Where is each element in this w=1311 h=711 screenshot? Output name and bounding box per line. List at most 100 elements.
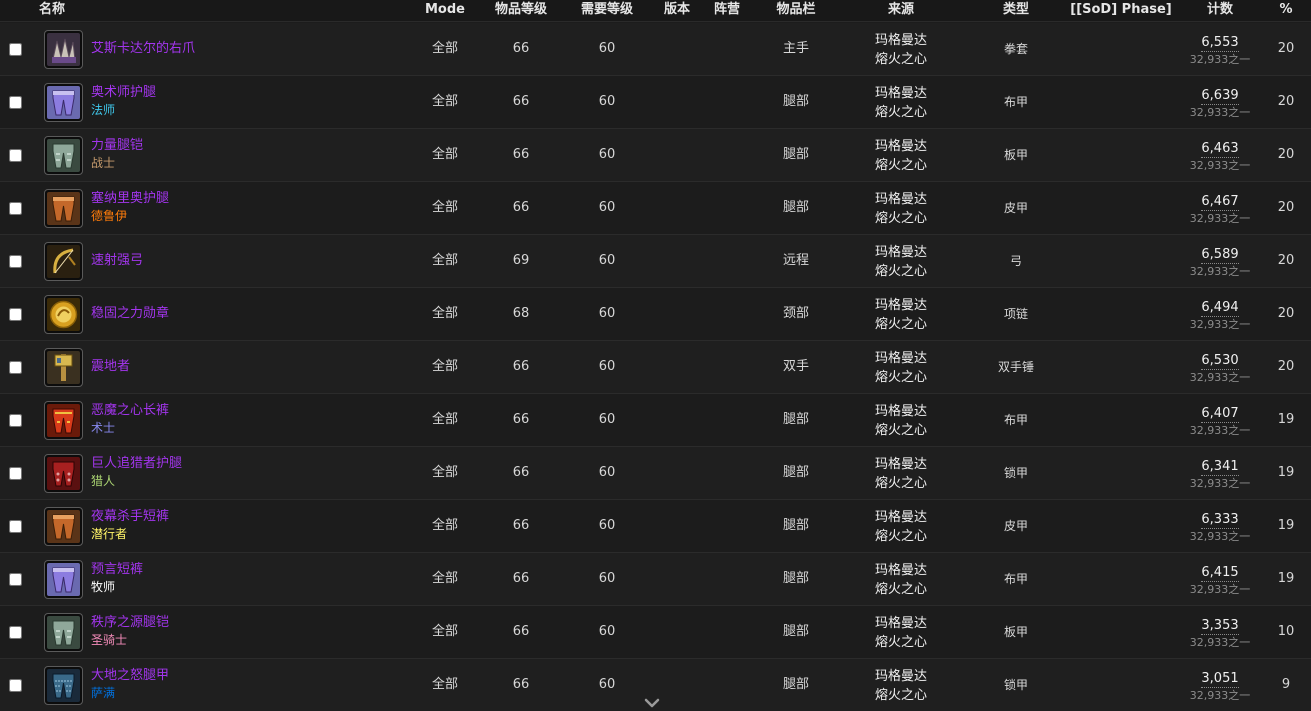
scroll-down-chevron-icon[interactable] <box>643 697 661 711</box>
source-zone-link[interactable]: 熔火之心 <box>851 421 951 440</box>
source-zone-link[interactable]: 熔火之心 <box>851 474 951 493</box>
item-icon-frame[interactable] <box>44 560 83 599</box>
table-row[interactable]: 速射强弓 全部 69 60 远程 玛格曼达 熔火之心 弓 6,589 32,93… <box>0 235 1311 288</box>
column-header-slot[interactable]: 物品栏 <box>766 1 826 21</box>
item-icon-frame[interactable] <box>44 348 83 387</box>
item-name-link[interactable]: 奥术师护腿 <box>91 84 351 102</box>
source-zone-link[interactable]: 熔火之心 <box>851 580 951 599</box>
item-name-link[interactable]: 大地之怒腿甲 <box>91 667 351 685</box>
item-icon-frame[interactable] <box>44 613 83 652</box>
item-name-link[interactable]: 艾斯卡达尔的右爪 <box>91 40 351 58</box>
item-name-link[interactable]: 塞纳里奥护腿 <box>91 190 351 208</box>
source-npc-link[interactable]: 玛格曼达 <box>851 190 951 209</box>
source-npc-link[interactable]: 玛格曼达 <box>851 31 951 50</box>
item-icon-frame[interactable] <box>44 507 83 546</box>
source-npc-link[interactable]: 玛格曼达 <box>851 402 951 421</box>
item-icon-frame[interactable] <box>44 30 83 69</box>
column-header-name[interactable]: 名称 <box>30 1 74 21</box>
item-class-link[interactable]: 德鲁伊 <box>91 208 351 225</box>
column-header-sod-phase[interactable]: [[SoD] Phase] <box>1068 1 1174 21</box>
item-icon-frame[interactable] <box>44 401 83 440</box>
column-header-req-level[interactable]: 需要等级 <box>572 1 642 21</box>
item-name-link[interactable]: 力量腿铠 <box>91 137 351 155</box>
row-select-checkbox[interactable] <box>9 573 22 586</box>
item-icon-frame[interactable] <box>44 242 83 281</box>
item-class-link[interactable]: 萨满 <box>91 685 351 702</box>
table-row[interactable]: 秩序之源腿铠 圣骑士 全部 66 60 腿部 玛格曼达 熔火之心 板甲 3,35… <box>0 606 1311 659</box>
source-npc-link[interactable]: 玛格曼达 <box>851 667 951 686</box>
table-row[interactable]: 巨人追猎者护腿 猎人 全部 66 60 腿部 玛格曼达 熔火之心 锁甲 6,34… <box>0 447 1311 500</box>
item-icon-frame[interactable] <box>44 454 83 493</box>
row-select-checkbox[interactable] <box>9 414 22 427</box>
source-zone-link[interactable]: 熔火之心 <box>851 209 951 228</box>
column-header-type[interactable]: 类型 <box>991 1 1041 21</box>
item-icon-frame[interactable] <box>44 136 83 175</box>
source-npc-link[interactable]: 玛格曼达 <box>851 508 951 527</box>
column-header-mode[interactable]: Mode <box>415 1 475 21</box>
item-class-link[interactable]: 圣骑士 <box>91 632 351 649</box>
item-name-link[interactable]: 速射强弓 <box>91 252 351 270</box>
row-select-checkbox[interactable] <box>9 467 22 480</box>
source-npc-link[interactable]: 玛格曼达 <box>851 84 951 103</box>
row-select-checkbox[interactable] <box>9 520 22 533</box>
column-header-count[interactable]: 计数 <box>1195 1 1245 21</box>
source-zone-link[interactable]: 熔火之心 <box>851 103 951 122</box>
table-row[interactable]: 奥术师护腿 法师 全部 66 60 腿部 玛格曼达 熔火之心 布甲 6,639 … <box>0 76 1311 129</box>
blue-mail-legs-icon <box>47 669 80 702</box>
item-icon-frame[interactable] <box>44 189 83 228</box>
item-class-link[interactable]: 牧师 <box>91 579 351 596</box>
table-row[interactable]: 夜幕杀手短裤 潜行者 全部 66 60 腿部 玛格曼达 熔火之心 皮甲 6,33… <box>0 500 1311 553</box>
item-class-link[interactable]: 潜行者 <box>91 526 351 543</box>
item-name-link[interactable]: 巨人追猎者护腿 <box>91 455 351 473</box>
item-class-link[interactable]: 猎人 <box>91 473 351 490</box>
row-select-checkbox[interactable] <box>9 255 22 268</box>
table-row[interactable]: 恶魔之心长裤 术士 全部 66 60 腿部 玛格曼达 熔火之心 布甲 6,407… <box>0 394 1311 447</box>
row-select-checkbox[interactable] <box>9 43 22 56</box>
item-icon-frame[interactable] <box>44 295 83 334</box>
row-select-checkbox[interactable] <box>9 308 22 321</box>
column-header-faction[interactable]: 阵营 <box>706 1 748 21</box>
column-header-source[interactable]: 来源 <box>876 1 926 21</box>
item-icon-frame[interactable] <box>44 666 83 705</box>
source-npc-link[interactable]: 玛格曼达 <box>851 455 951 474</box>
item-name-link[interactable]: 夜幕杀手短裤 <box>91 508 351 526</box>
source-zone-link[interactable]: 熔火之心 <box>851 315 951 334</box>
source-npc-link[interactable]: 玛格曼达 <box>851 349 951 368</box>
row-select-checkbox[interactable] <box>9 202 22 215</box>
item-class-link[interactable]: 术士 <box>91 420 351 437</box>
table-row[interactable]: 塞纳里奥护腿 德鲁伊 全部 66 60 腿部 玛格曼达 熔火之心 皮甲 6,46… <box>0 182 1311 235</box>
source-zone-link[interactable]: 熔火之心 <box>851 368 951 387</box>
item-name-link[interactable]: 恶魔之心长裤 <box>91 402 351 420</box>
column-header-percent[interactable]: % <box>1272 1 1300 21</box>
item-icon-frame[interactable] <box>44 83 83 122</box>
table-row[interactable]: 稳固之力勋章 全部 68 60 颈部 玛格曼达 熔火之心 项链 6,494 32… <box>0 288 1311 341</box>
row-select-checkbox[interactable] <box>9 361 22 374</box>
row-select-checkbox[interactable] <box>9 679 22 692</box>
source-npc-link[interactable]: 玛格曼达 <box>851 243 951 262</box>
item-class-link[interactable]: 法师 <box>91 102 351 119</box>
row-select-checkbox[interactable] <box>9 626 22 639</box>
source-npc-link[interactable]: 玛格曼达 <box>851 561 951 580</box>
source-npc-link[interactable]: 玛格曼达 <box>851 296 951 315</box>
row-select-checkbox[interactable] <box>9 149 22 162</box>
item-name-link[interactable]: 稳固之力勋章 <box>91 305 351 323</box>
column-header-item-level[interactable]: 物品等级 <box>486 1 556 21</box>
table-row[interactable]: 预言短裤 牧师 全部 66 60 腿部 玛格曼达 熔火之心 布甲 6,415 3… <box>0 553 1311 606</box>
source-npc-link[interactable]: 玛格曼达 <box>851 137 951 156</box>
row-select-checkbox[interactable] <box>9 96 22 109</box>
table-row[interactable]: 艾斯卡达尔的右爪 全部 66 60 主手 玛格曼达 熔火之心 拳套 6,553 … <box>0 23 1311 76</box>
table-row[interactable]: 力量腿铠 战士 全部 66 60 腿部 玛格曼达 熔火之心 板甲 6,463 3… <box>0 129 1311 182</box>
item-name-link[interactable]: 震地者 <box>91 358 351 376</box>
source-zone-link[interactable]: 熔火之心 <box>851 50 951 69</box>
source-npc-link[interactable]: 玛格曼达 <box>851 614 951 633</box>
source-zone-link[interactable]: 熔火之心 <box>851 686 951 705</box>
source-zone-link[interactable]: 熔火之心 <box>851 527 951 546</box>
source-zone-link[interactable]: 熔火之心 <box>851 156 951 175</box>
item-name-link[interactable]: 秩序之源腿铠 <box>91 614 351 632</box>
item-name-link[interactable]: 预言短裤 <box>91 561 351 579</box>
column-header-version[interactable]: 版本 <box>656 1 698 21</box>
table-row[interactable]: 震地者 全部 66 60 双手 玛格曼达 熔火之心 双手锤 6,530 32,9… <box>0 341 1311 394</box>
source-zone-link[interactable]: 熔火之心 <box>851 262 951 281</box>
item-class-link[interactable]: 战士 <box>91 155 351 172</box>
source-zone-link[interactable]: 熔火之心 <box>851 633 951 652</box>
